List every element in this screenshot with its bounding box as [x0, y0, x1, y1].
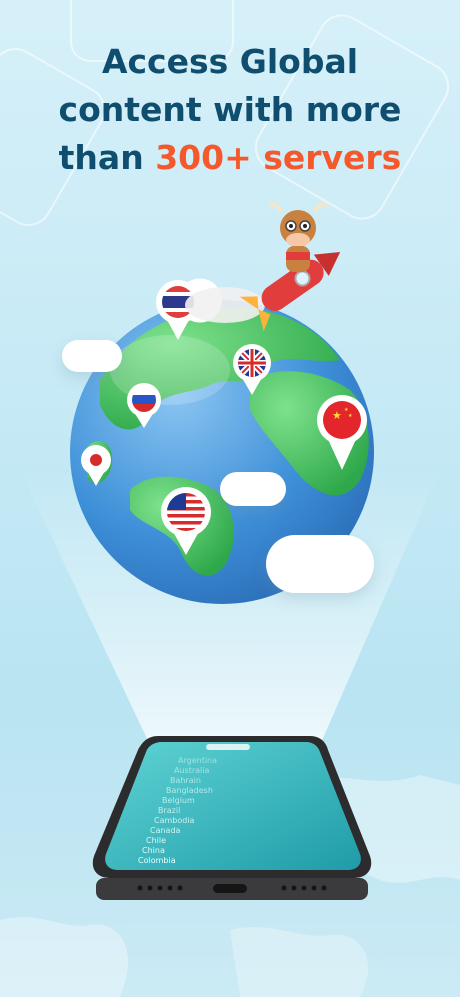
- cloud: [266, 535, 374, 593]
- country-row[interactable]: Chile: [146, 836, 166, 845]
- cloud: [220, 472, 286, 506]
- country-row[interactable]: Belgium: [162, 796, 195, 805]
- cloud: [62, 340, 122, 372]
- country-row[interactable]: Brazil: [158, 806, 180, 815]
- country-row[interactable]: Argentina: [178, 756, 217, 765]
- country-row[interactable]: Bangladesh: [166, 786, 213, 795]
- svg-text:★: ★: [348, 413, 353, 419]
- country-row[interactable]: Colombia: [138, 856, 176, 865]
- country-row[interactable]: China: [142, 846, 165, 855]
- country-row[interactable]: Canada: [150, 826, 180, 835]
- globe-scene: ★ ★ ★: [40, 190, 400, 650]
- country-row[interactable]: Cambodia: [154, 816, 194, 825]
- svg-text:★: ★: [332, 409, 342, 422]
- phone-country-list: Argentina Australia Bahrain Bangladesh B…: [88, 728, 378, 878]
- country-row[interactable]: Australia: [174, 766, 209, 775]
- country-row[interactable]: Bahrain: [170, 776, 201, 785]
- phone: Argentina Australia Bahrain Bangladesh B…: [88, 728, 378, 908]
